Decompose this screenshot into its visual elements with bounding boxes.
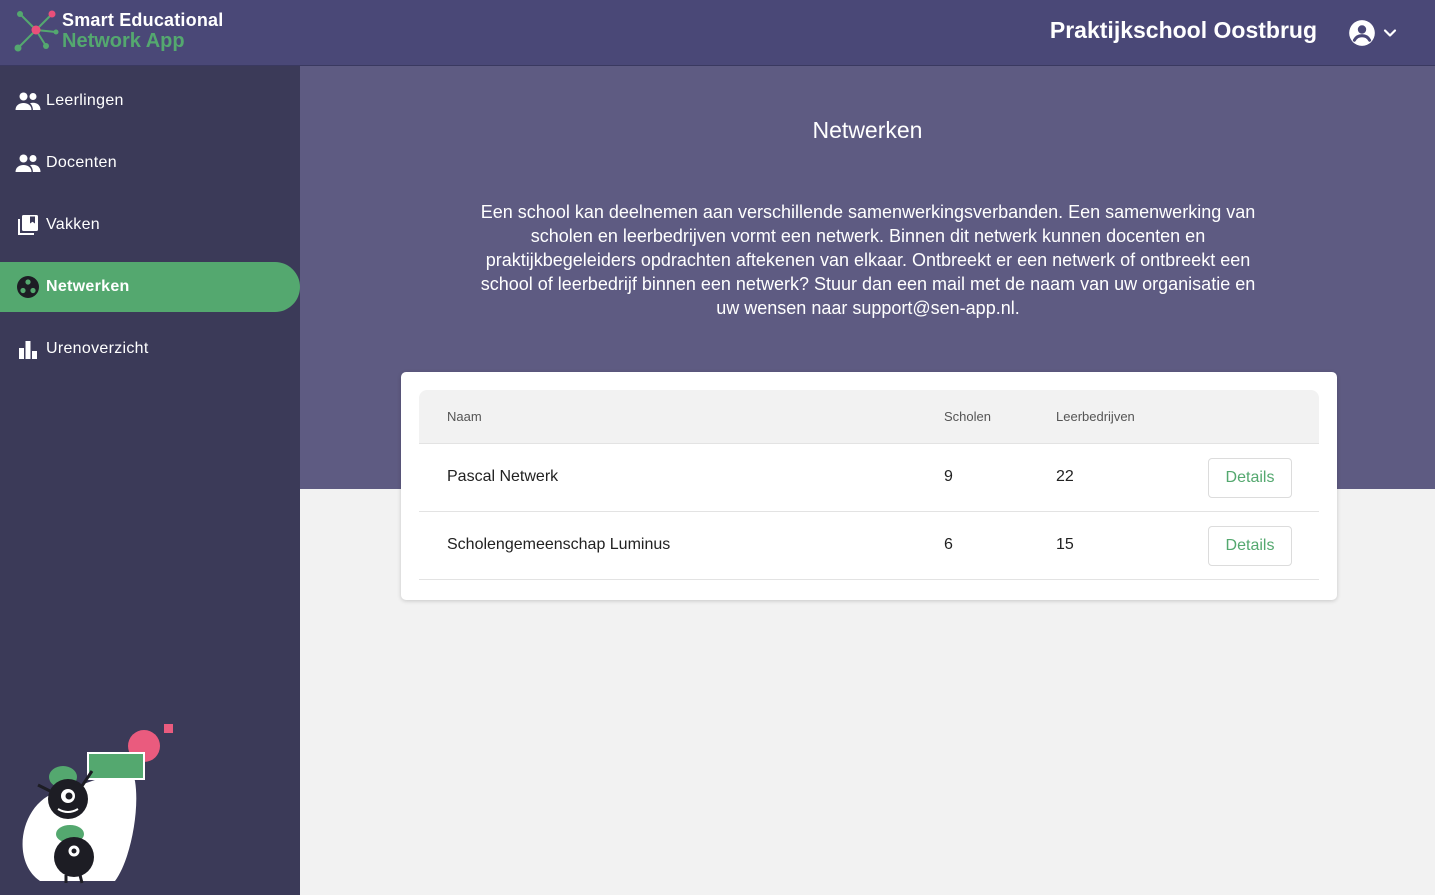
sidebar-item-urenoverzicht[interactable]: Urenoverzicht <box>0 324 300 374</box>
mascot-illustration <box>22 724 173 884</box>
logo-title-line1: Smart Educational <box>62 10 224 30</box>
column-header-leerbedrijven: Leerbedrijven <box>1056 409 1135 424</box>
companies-count: 15 <box>1056 536 1074 553</box>
schools-count: 6 <box>944 536 953 553</box>
networks-table-card: Naam Scholen Leerbedrijven Pascal Netwer… <box>401 372 1337 600</box>
sidebar-item-label: Leerlingen <box>46 92 124 109</box>
people-icon <box>15 151 41 175</box>
account-circle-icon <box>1349 20 1375 46</box>
account-menu-button[interactable] <box>1348 17 1400 49</box>
top-bar: Smart Educational Network App Praktijksc… <box>0 0 1435 66</box>
intro-text: Een school kan deelnemen aan verschillen… <box>480 202 1256 318</box>
table-header: Naam Scholen Leerbedrijven <box>419 390 1319 444</box>
people-icon <box>15 89 41 113</box>
schools-count: 9 <box>944 468 953 485</box>
table-row: Scholengemeenschap Luminus 6 15 Details <box>419 512 1319 580</box>
column-header-scholen: Scholen <box>944 409 991 424</box>
sidebar-item-docenten[interactable]: Docenten <box>0 138 300 188</box>
details-button[interactable]: Details <box>1208 458 1292 498</box>
network-name: Scholengemeenschap Luminus <box>447 536 671 553</box>
network-icon <box>15 275 41 299</box>
sidebar-item-label: Urenoverzicht <box>46 340 149 357</box>
sidebar-item-label: Netwerken <box>46 278 130 295</box>
app-logo[interactable]: Smart Educational Network App <box>12 6 252 58</box>
bar-chart-icon <box>15 337 41 361</box>
details-button[interactable]: Details <box>1208 526 1292 566</box>
library-books-icon <box>15 213 41 237</box>
logo-title-line2: Network App <box>62 30 185 52</box>
sidebar-item-label: Vakken <box>46 216 100 233</box>
sidebar-item-label: Docenten <box>46 154 117 171</box>
network-name: Pascal Netwerk <box>447 468 559 485</box>
table-row: Pascal Netwerk 9 22 Details <box>419 444 1319 512</box>
network-logo-icon <box>14 10 59 52</box>
school-name: Praktijkschool Oostbrug <box>1049 17 1317 43</box>
column-header-naam: Naam <box>447 409 482 424</box>
sidebar: Leerlingen Docenten Vakken Netwerken Ure… <box>0 66 300 895</box>
page-title: Netwerken <box>812 117 923 143</box>
sidebar-item-leerlingen[interactable]: Leerlingen <box>0 76 300 126</box>
companies-count: 22 <box>1056 468 1074 485</box>
sidebar-item-netwerken[interactable]: Netwerken <box>0 262 300 312</box>
sidebar-item-vakken[interactable]: Vakken <box>0 200 300 250</box>
chevron-down-icon <box>1383 29 1397 37</box>
